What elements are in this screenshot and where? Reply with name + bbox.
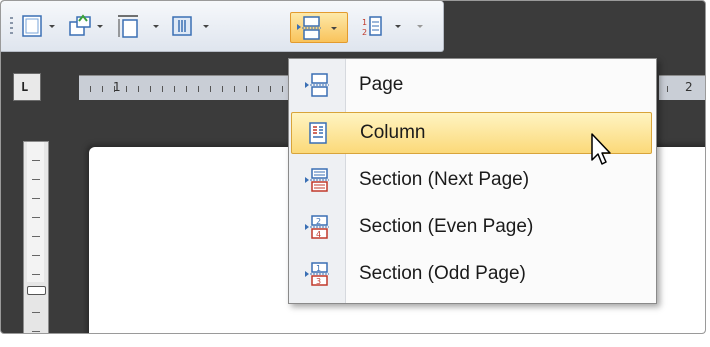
chevron-down-icon [395,25,401,28]
toolbar-grip[interactable] [10,17,13,37]
tab-selector-label: L [21,80,29,94]
svg-text:2: 2 [316,217,321,226]
chevron-down-icon [203,25,209,28]
vertical-ruler-handle[interactable] [27,286,46,295]
margins-icon [22,15,42,37]
toolbar: 1 2 [1,1,444,52]
svg-text:2: 2 [362,28,367,37]
chevron-down-icon [97,25,103,28]
menu-item-label: Section (Odd Page) [359,263,526,284]
toolbar-options-icon[interactable] [415,21,425,31]
svg-text:1: 1 [316,264,321,273]
section-odd-page-icon: 1 3 [291,260,343,288]
ruler-ticks [79,86,299,92]
tab-selector[interactable]: L [13,73,41,101]
svg-text:3: 3 [316,277,321,286]
ruler-tick [667,86,668,92]
chevron-down-icon [49,25,55,28]
horizontal-ruler[interactable]: 1 [79,75,299,100]
menu-item-section-odd-page[interactable]: 1 3 Section (Odd Page) [291,254,652,294]
vertical-ruler-ticks [32,142,40,333]
menu-item-label: Column [360,122,426,143]
orientation-icon [69,14,91,36]
chevron-down-icon [331,26,337,30]
menu-item-label: Section (Next Page) [359,169,530,190]
menu-item-page[interactable]: Page [291,65,652,105]
svg-text:4: 4 [316,230,321,239]
menu-item-label: Page [359,74,404,95]
menu-item-label: Section (Even Page) [359,216,534,237]
page-break-icon [291,71,343,99]
page-size-icon [118,15,138,38]
columns-button[interactable] [169,11,211,41]
section-next-page-icon [291,166,343,194]
chevron-down-icon [153,25,159,28]
line-numbers-button[interactable]: 1 2 [359,11,425,41]
section-even-page-icon: 2 4 [291,213,343,241]
page-break-icon [297,15,321,40]
breaks-menu: Page Column Section (Next Page) 2 4 Sect… [288,58,657,304]
orientation-button[interactable] [67,11,105,41]
ruler-number: 2 [685,80,693,94]
margins-button[interactable] [19,11,57,41]
column-break-icon [292,119,344,147]
breaks-button[interactable] [290,12,348,43]
mouse-pointer-icon [591,133,611,165]
columns-icon [172,16,192,36]
size-button[interactable] [115,11,161,41]
vertical-ruler[interactable] [23,141,49,333]
horizontal-ruler-right[interactable]: 2 [659,75,705,100]
menu-item-section-even-page[interactable]: 2 4 Section (Even Page) [291,207,652,247]
svg-text:1: 1 [362,18,367,27]
ruler-number: 1 [113,80,121,94]
line-numbers-icon: 1 2 [362,16,382,37]
